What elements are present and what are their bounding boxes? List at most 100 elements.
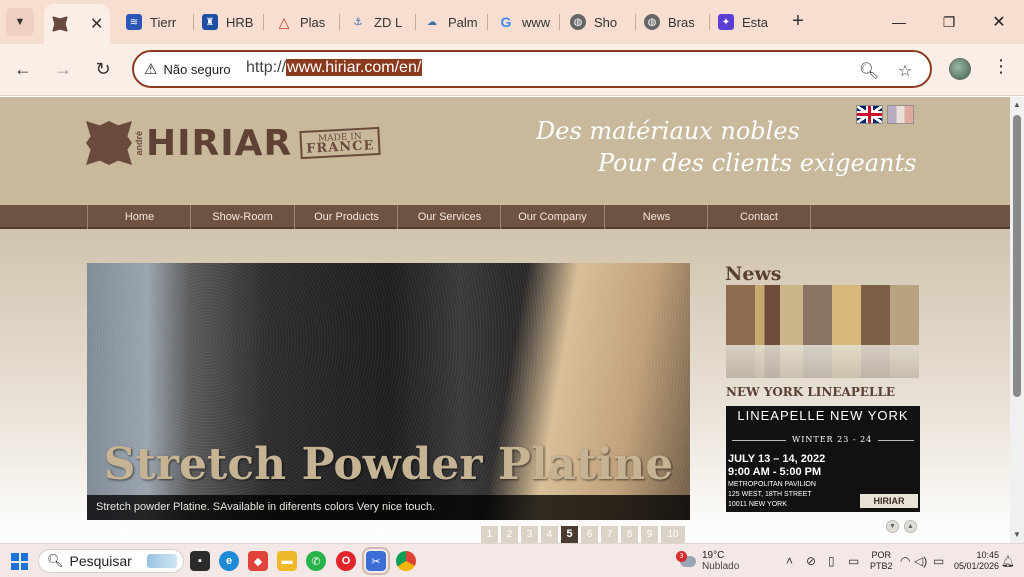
tier-icon: ≋ — [126, 14, 142, 30]
tab-strip: ▼ ✕ ≋ Tierr ♜ HRB △ Plas ⚓ ZD L ☁ Palm G… — [0, 0, 1024, 44]
tagline-line2: Pour des clients exigeants — [598, 149, 917, 177]
scroll-thumb[interactable] — [1013, 115, 1021, 397]
pager-item[interactable]: 1 — [481, 526, 498, 543]
whatsapp-icon[interactable]: ✆ — [306, 551, 326, 571]
card-title: LINEAPELLE NEW YORK — [737, 408, 909, 423]
pager-item[interactable]: 2 — [501, 526, 518, 543]
close-tab-icon[interactable]: ✕ — [90, 14, 103, 34]
tab-plas[interactable]: △ Plas — [268, 0, 340, 44]
tab-search-button[interactable]: ▼ — [6, 8, 34, 36]
usb-icon[interactable]: ▯ — [828, 554, 835, 568]
nav-show-room[interactable]: Show-Room — [190, 205, 294, 229]
file-explorer-icon[interactable]: ▬ — [277, 551, 297, 571]
edge-icon[interactable]: e — [219, 551, 239, 571]
pager-item[interactable]: 9 — [641, 526, 658, 543]
tab-tier[interactable]: ≋ Tierr — [118, 0, 194, 44]
notification-icon[interactable]: 🔔︎ — [1001, 555, 1015, 568]
tab-title: ZD L — [374, 14, 403, 30]
nav-home[interactable]: Home — [87, 205, 191, 229]
bookmark-button[interactable]: ☆ — [894, 60, 916, 82]
back-button[interactable]: ← — [10, 56, 36, 82]
new-tab-button[interactable]: + — [788, 10, 808, 34]
globe-icon: ◍ — [644, 14, 660, 30]
tab-palm[interactable]: ☁ Palm — [416, 0, 488, 44]
tab-title: Esta — [742, 14, 769, 30]
reload-button[interactable]: ↻ — [90, 56, 116, 82]
taskbar: 🔍︎ Pesquisar ▪ e ◆ ▬ ✆ O ✂ 3 19°C Nublad… — [0, 543, 1024, 577]
uk-flag-icon[interactable] — [856, 105, 883, 124]
tab-hrb[interactable]: ♜ HRB — [194, 0, 264, 44]
hrb-shield-icon: ♜ — [202, 14, 218, 30]
nav-our-company[interactable]: Our Company — [500, 205, 604, 229]
chevron-up-icon[interactable]: ˄ — [786, 554, 793, 568]
tab-separator — [339, 14, 340, 30]
tab-zd[interactable]: ⚓ ZD L — [342, 0, 416, 44]
pager-item[interactable]: 8 — [621, 526, 638, 543]
site-logo[interactable]: andré HIRIAR MADE IN FRANCE — [86, 121, 382, 165]
url-text[interactable]: http://www.hiriar.com/en/ — [246, 59, 423, 77]
scroll-up-arrow-icon[interactable]: ▲ — [1012, 100, 1022, 110]
scroll-down-arrow-icon[interactable]: ▼ — [1012, 530, 1022, 540]
snipping-tool-icon[interactable]: ✂ — [362, 547, 390, 575]
meet-now-icon[interactable]: ⊘ — [806, 554, 816, 568]
language-indicator[interactable]: POR PTB2 — [870, 550, 893, 572]
close-icon: ✕ — [992, 14, 1006, 31]
restore-button[interactable]: ❐ — [934, 8, 964, 36]
security-chip[interactable]: ⚠ Não seguro — [144, 60, 231, 78]
tab-title: www — [522, 14, 551, 30]
more-vert-icon: ⋮ — [992, 56, 1010, 76]
news-up-button[interactable]: ▲ — [904, 520, 917, 533]
news-event-card[interactable]: LINEAPELLE NEW YORK WINTER 23 - 24 JULY … — [726, 406, 920, 512]
pager-item[interactable]: 10 — [661, 526, 685, 543]
close-window-button[interactable]: ✕ — [984, 8, 1014, 36]
minimize-icon: — — [892, 14, 906, 30]
opera-icon[interactable]: O — [336, 551, 356, 571]
browser-menu-button[interactable]: ⋮ — [992, 56, 1010, 77]
pager-item[interactable]: 4 — [541, 526, 558, 543]
clock[interactable]: 10:45 05/01/2026 — [954, 550, 999, 572]
page-scrollbar[interactable]: ▲ ▼ — [1010, 97, 1024, 543]
chrome-icon[interactable] — [396, 551, 416, 571]
taskbar-search[interactable]: 🔍︎ Pesquisar — [38, 549, 184, 573]
task-view-icon[interactable]: ▪ — [190, 551, 210, 571]
profile-avatar[interactable] — [949, 58, 971, 80]
address-bar[interactable]: ⚠ Não seguro http://www.hiriar.com/en/ 🔍… — [132, 50, 932, 88]
tab-hiriar[interactable]: ✕ — [44, 4, 110, 44]
pager-item[interactable]: 7 — [601, 526, 618, 543]
weather-widget[interactable]: 3 19°C Nublado — [676, 550, 739, 572]
pager-item[interactable]: 3 — [521, 526, 538, 543]
tab-google[interactable]: G www — [490, 0, 560, 44]
news-heading: News — [725, 263, 782, 285]
lang-top: POR — [871, 550, 892, 560]
minimize-button[interactable]: — — [884, 8, 914, 36]
nav-news[interactable]: News — [604, 205, 708, 229]
tab-esta[interactable]: ✦ Esta — [710, 0, 782, 44]
volume-icon[interactable]: ◁) — [914, 554, 927, 568]
pager-item[interactable]: 6 — [581, 526, 598, 543]
search-highlight-icon — [147, 554, 177, 568]
wifi-icon[interactable]: ◠ — [900, 554, 910, 568]
battery-icon[interactable]: ▭ — [933, 554, 944, 568]
product-slider[interactable]: Stretch Powder Platine Stretch powder Pl… — [87, 263, 690, 520]
nav-contact[interactable]: Contact — [707, 205, 811, 229]
forward-button[interactable]: → — [50, 56, 76, 82]
logo-sub: andré — [134, 130, 144, 156]
anydesk-icon[interactable]: ◆ — [248, 551, 268, 571]
tab-bras[interactable]: ◍ Bras — [636, 0, 710, 44]
google-icon: G — [500, 14, 512, 30]
plas-triangle-icon: △ — [278, 13, 290, 30]
display-icon[interactable]: ▭ — [848, 554, 859, 568]
logo-text: HIRIAR — [146, 122, 293, 164]
zoom-button[interactable]: 🔍︎ — [858, 60, 880, 82]
nav-our-products[interactable]: Our Products — [294, 205, 398, 229]
cloud-icon: 3 — [676, 550, 696, 567]
nav-our-services[interactable]: Our Services — [397, 205, 501, 229]
news-headline[interactable]: NEW YORK LINEAPELLE — [726, 385, 895, 399]
news-down-button[interactable]: ▼ — [886, 520, 899, 533]
france-flag-icon[interactable] — [887, 105, 914, 124]
tab-sho[interactable]: ◍ Sho — [562, 0, 636, 44]
pager-item-active[interactable]: 5 — [561, 526, 578, 543]
news-photo[interactable] — [726, 285, 919, 378]
windows-start-icon[interactable] — [11, 553, 28, 570]
tab-title: Sho — [594, 14, 618, 30]
